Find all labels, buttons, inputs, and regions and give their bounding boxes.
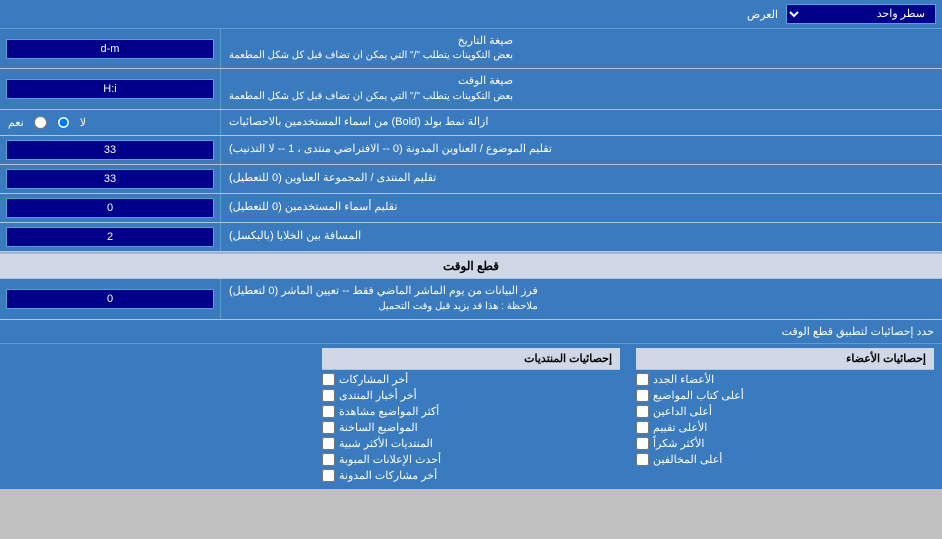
usernames-label: تقليم أسماء المستخدمين (0 للتعطيل) <box>220 194 942 222</box>
cell-spacing-input[interactable] <box>6 227 214 247</box>
checkbox-top-inviters[interactable] <box>636 405 649 418</box>
radio-no[interactable] <box>57 116 70 129</box>
checkboxes-col3 <box>0 344 314 489</box>
forum-group-label: تقليم المنتدى / المجموعة العناوين (0 للت… <box>220 165 942 193</box>
checkbox-most-similar-forums[interactable] <box>322 437 335 450</box>
checkbox-new-members[interactable] <box>636 373 649 386</box>
usernames-input-cell <box>0 194 220 222</box>
time-format-input-cell <box>0 69 220 108</box>
checkbox-last-news[interactable] <box>322 389 335 402</box>
radio-no-label: لا <box>80 116 86 129</box>
cut-label: فرز البيانات من يوم الماشر الماضي فقط --… <box>220 279 942 318</box>
limit-row: حدد إحصائيات لتطبيق قطع الوقت <box>0 320 942 344</box>
list-item: أخر أخبار المنتدى <box>322 389 620 402</box>
usernames-input[interactable] <box>6 198 214 218</box>
cut-section-header: قطع الوقت <box>0 252 942 279</box>
date-format-input[interactable] <box>6 39 214 59</box>
checkbox-most-thanked[interactable] <box>636 437 649 450</box>
date-format-label: صيغة التاريخ بعض التكوينات يتطلب "/" الت… <box>220 29 942 68</box>
checkboxes-col2: إحصائيات المنتديات أخر المشاركات أخر أخب… <box>314 344 628 489</box>
cut-row: فرز البيانات من يوم الماشر الماضي فقط --… <box>0 279 942 319</box>
checkbox-top-rated[interactable] <box>636 421 649 434</box>
lines-select[interactable]: سطر واحدسطرينثلاثة أسطر <box>786 4 936 24</box>
forum-group-input-cell <box>0 165 220 193</box>
bold-remove-row: ازالة نمط بولد (Bold) من اسماء المستخدمي… <box>0 110 942 136</box>
date-format-input-cell <box>0 29 220 68</box>
cell-spacing-row: المسافة بين الخلايا (بالبكسل) <box>0 223 942 252</box>
cut-input-cell <box>0 279 220 318</box>
topic-titles-input[interactable] <box>6 140 214 160</box>
checkbox-last-blog-posts[interactable] <box>322 469 335 482</box>
list-item: الأعضاء الجدد <box>636 373 934 386</box>
list-item: الأكثر شكراً <box>636 437 934 450</box>
cell-spacing-input-cell <box>0 223 220 251</box>
topic-titles-input-cell <box>0 136 220 164</box>
date-format-row: صيغة التاريخ بعض التكوينات يتطلب "/" الت… <box>0 29 942 69</box>
col1-header: إحصائيات الأعضاء <box>636 348 934 370</box>
checkbox-hot-topics[interactable] <box>322 421 335 434</box>
forum-group-input[interactable] <box>6 169 214 189</box>
list-item: أحدث الإعلانات المبوبة <box>322 453 620 466</box>
list-item: أكثر المواضيع مشاهدة <box>322 405 620 418</box>
checkbox-most-viewed[interactable] <box>322 405 335 418</box>
list-item: أخر مشاركات المدونة <box>322 469 620 482</box>
cut-input[interactable] <box>6 289 214 309</box>
time-format-row: صيغة الوقت بعض التكوينات يتطلب "/" التي … <box>0 69 942 109</box>
checkboxes-grid: إحصائيات الأعضاء الأعضاء الجدد أعلى كتاب… <box>0 344 942 489</box>
radio-yes-label: نعم <box>8 116 24 129</box>
display-row: سطر واحدسطرينثلاثة أسطر العرض <box>0 0 942 29</box>
display-label: العرض <box>6 8 786 21</box>
list-item: أعلى المخالفين <box>636 453 934 466</box>
topic-titles-row: تقليم الموضوع / العناوين المدونة (0 -- ا… <box>0 136 942 165</box>
cell-spacing-label: المسافة بين الخلايا (بالبكسل) <box>220 223 942 251</box>
list-item: الأعلى تقييم <box>636 421 934 434</box>
topic-titles-label: تقليم الموضوع / العناوين المدونة (0 -- ا… <box>220 136 942 164</box>
time-format-label: صيغة الوقت بعض التكوينات يتطلب "/" التي … <box>220 69 942 108</box>
col2-header: إحصائيات المنتديات <box>322 348 620 370</box>
radio-yes[interactable] <box>34 116 47 129</box>
forum-group-row: تقليم المنتدى / المجموعة العناوين (0 للت… <box>0 165 942 194</box>
bold-remove-radio-cell: لا نعم <box>0 110 220 135</box>
list-item: المنتديات الأكثر شبية <box>322 437 620 450</box>
time-format-input[interactable] <box>6 79 214 99</box>
list-item: أعلى كتاب المواضيع <box>636 389 934 402</box>
usernames-row: تقليم أسماء المستخدمين (0 للتعطيل) <box>0 194 942 223</box>
checkbox-latest-classifieds[interactable] <box>322 453 335 466</box>
checkbox-top-topic-writers[interactable] <box>636 389 649 402</box>
list-item: المواضيع الساخنة <box>322 421 620 434</box>
checkbox-last-posts[interactable] <box>322 373 335 386</box>
checkbox-top-violators[interactable] <box>636 453 649 466</box>
bold-remove-label: ازالة نمط بولد (Bold) من اسماء المستخدمي… <box>220 110 942 135</box>
checkboxes-col1: إحصائيات الأعضاء الأعضاء الجدد أعلى كتاب… <box>628 344 942 489</box>
list-item: أعلى الداعين <box>636 405 934 418</box>
list-item: أخر المشاركات <box>322 373 620 386</box>
